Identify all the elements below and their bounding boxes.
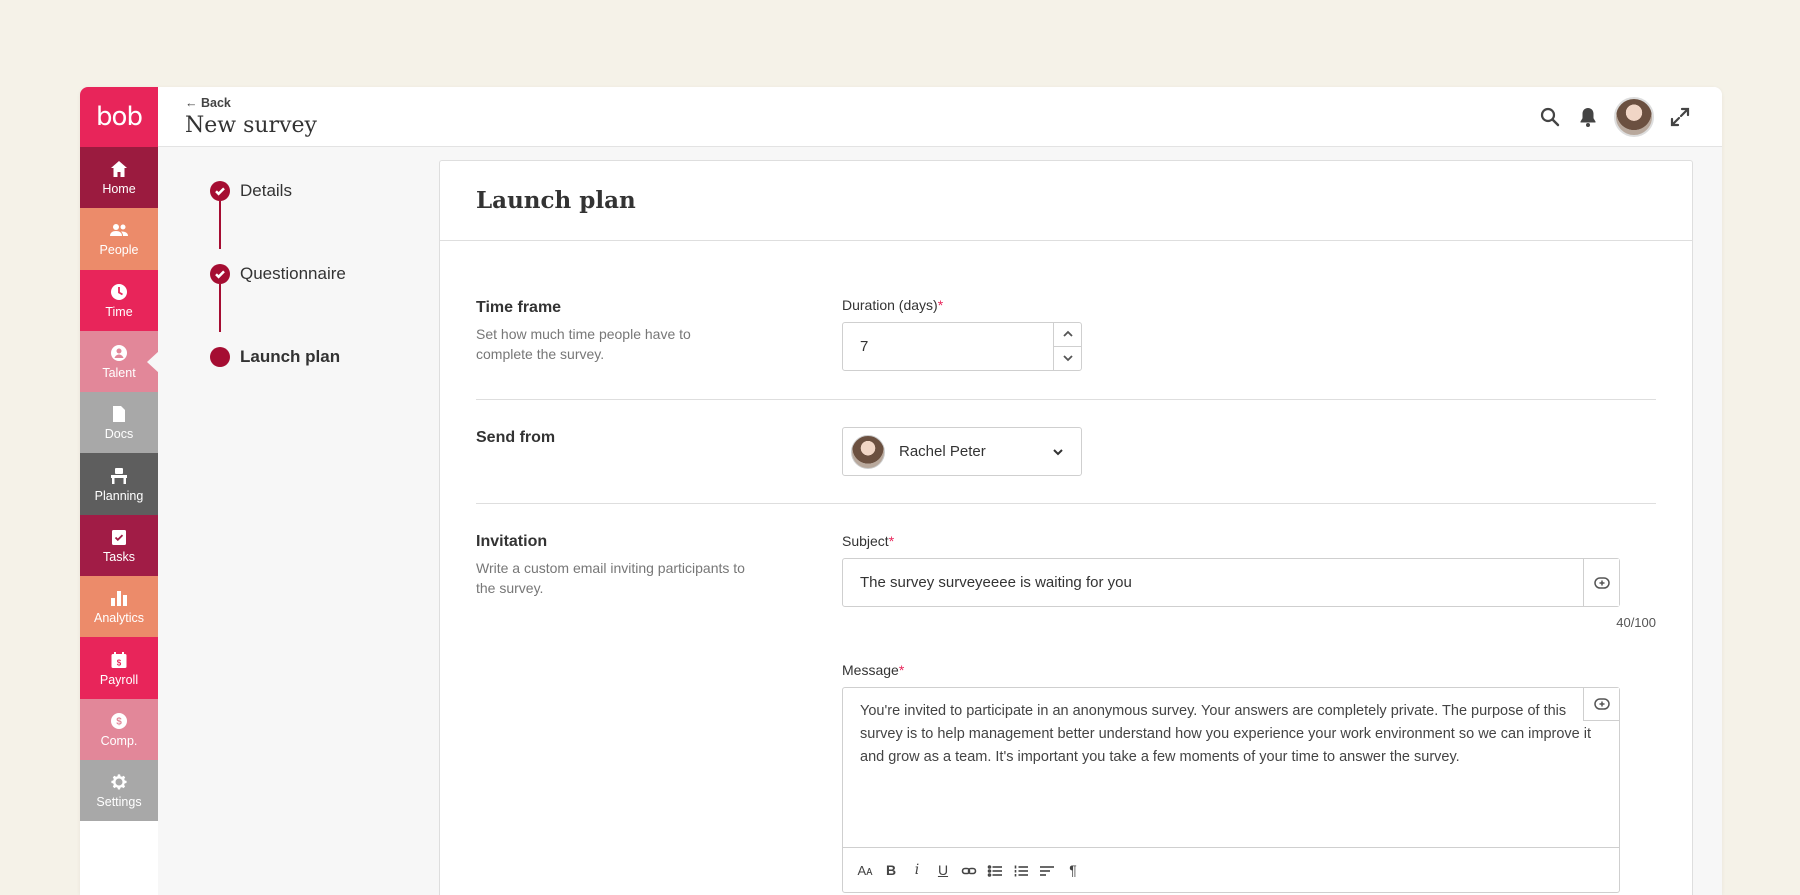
sidebar-item-home[interactable]: Home	[80, 147, 158, 209]
step-label: Launch plan	[240, 347, 341, 366]
subject-char-counter: 40/100	[1616, 615, 1656, 630]
underline-icon[interactable]: U	[935, 862, 951, 878]
numbered-list-icon[interactable]	[1013, 861, 1029, 878]
sidebar-item-planning[interactable]: Planning	[80, 453, 158, 515]
talent-icon	[109, 343, 129, 363]
sidebar-item-label: Tasks	[103, 549, 135, 564]
message-editor[interactable]: You're invited to participate in an anon…	[842, 687, 1620, 893]
section-title: Invitation	[476, 533, 548, 550]
sidebar-item-payroll[interactable]: $ Payroll	[80, 637, 158, 699]
section-description: Write a custom email inviting participan…	[476, 560, 745, 596]
message-text[interactable]: You're invited to participate in an anon…	[860, 700, 1595, 769]
duration-label: Duration (days)*	[842, 297, 944, 313]
section-title: Time frame	[476, 299, 562, 316]
chevron-down-icon[interactable]	[1054, 347, 1081, 371]
bullet-list-icon[interactable]	[987, 861, 1003, 878]
step-details[interactable]: Details	[210, 179, 346, 249]
sender-select[interactable]: Rachel Peter	[842, 427, 1082, 476]
insert-variable-icon[interactable]	[1583, 688, 1619, 721]
app-window: bob Home People Time Talent Docs Planning Task…	[80, 87, 1722, 895]
sidebar-item-label: Home	[102, 182, 136, 197]
gear-icon	[109, 772, 129, 792]
current-step-dot-icon	[210, 347, 230, 367]
launch-plan-panel: Launch plan Time frame Set how much time…	[439, 160, 1693, 895]
step-questionnaire[interactable]: Questionnaire	[210, 262, 346, 332]
payroll-icon: $	[109, 650, 129, 670]
compensation-icon: $	[109, 711, 129, 731]
svg-text:$: $	[116, 716, 122, 727]
expand-icon[interactable]	[1668, 105, 1692, 129]
sender-name: Rachel Peter	[899, 443, 986, 460]
section-divider	[476, 399, 1656, 400]
subject-input[interactable]: The survey surveyeeee is waiting for you	[842, 558, 1620, 607]
sidebar-item-talent[interactable]: Talent	[80, 330, 159, 393]
italic-icon[interactable]: i	[909, 862, 925, 878]
editor-toolbar: Aᴀ B i U ¶	[843, 847, 1619, 892]
chevron-up-icon[interactable]	[1054, 323, 1081, 347]
sidebar-item-label: Comp.	[100, 733, 138, 748]
sidebar-item-label: Settings	[96, 795, 142, 810]
font-size-icon[interactable]: Aᴀ	[857, 863, 873, 878]
analytics-icon	[109, 588, 129, 608]
planning-icon	[109, 466, 129, 486]
subject-label: Subject*	[842, 533, 895, 549]
step-label: Details	[240, 181, 292, 200]
sender-avatar	[851, 434, 885, 469]
user-avatar[interactable]	[1614, 97, 1654, 137]
clock-icon	[109, 282, 129, 302]
panel-title: Launch plan	[476, 187, 636, 214]
bold-icon[interactable]: B	[883, 862, 899, 878]
sidebar-item-people[interactable]: People	[80, 208, 158, 270]
duration-value[interactable]: 7	[860, 338, 868, 355]
people-icon	[109, 220, 129, 240]
insert-variable-icon[interactable]	[1583, 559, 1619, 606]
subject-value[interactable]: The survey surveyeeee is waiting for you	[860, 574, 1132, 591]
sidebar-item-label: People	[99, 243, 139, 258]
back-label: Back	[200, 96, 231, 110]
step-label: Questionnaire	[240, 264, 346, 283]
step-connector	[219, 284, 221, 332]
sidebar-item-tasks[interactable]: Tasks	[80, 514, 158, 577]
sidebar-item-label: Payroll	[99, 672, 139, 687]
sidebar-item-settings[interactable]: Settings	[80, 759, 158, 822]
message-label: Message*	[842, 662, 905, 678]
sidebar-item-docs[interactable]: Docs	[80, 392, 158, 454]
page-title: New survey	[185, 113, 317, 138]
sidebar-item-label: Talent	[102, 366, 136, 381]
search-icon[interactable]	[1538, 105, 1562, 129]
sidebar-item-label: Docs	[104, 427, 134, 442]
sidebar-item-time[interactable]: Time	[80, 269, 158, 331]
check-icon	[210, 181, 230, 201]
sidebar: bob Home People Time Talent Docs Planning Task…	[80, 87, 159, 895]
link-icon[interactable]	[961, 861, 977, 878]
duration-stepper[interactable]: 7	[842, 322, 1082, 371]
sidebar-item-comp[interactable]: $ Comp.	[80, 698, 158, 760]
section-description: Set how much time people have to complet…	[476, 326, 691, 362]
bell-icon[interactable]	[1576, 105, 1600, 129]
home-icon	[109, 159, 129, 179]
sidebar-item-analytics[interactable]: Analytics	[80, 576, 158, 638]
survey-stepper: Details Questionnaire Launch plan	[210, 179, 346, 428]
svg-text:$: $	[117, 658, 122, 667]
top-header: ← Back New survey	[158, 87, 1722, 147]
check-icon	[210, 264, 230, 284]
arrow-left-icon: ←	[185, 96, 198, 110]
tasks-icon	[109, 527, 129, 547]
sidebar-item-label: Planning	[94, 488, 144, 503]
sidebar-item-label: Analytics	[93, 611, 145, 626]
bob-logo[interactable]: bob	[80, 87, 158, 147]
chevron-down-icon	[1051, 445, 1065, 459]
document-icon	[109, 404, 129, 424]
back-link[interactable]: ← Back	[185, 96, 231, 110]
align-left-icon[interactable]	[1039, 861, 1055, 878]
section-divider	[476, 503, 1656, 504]
step-connector	[219, 201, 221, 249]
sidebar-item-label: Time	[105, 304, 133, 319]
paragraph-icon[interactable]: ¶	[1065, 862, 1081, 878]
step-launch-plan[interactable]: Launch plan	[210, 345, 346, 369]
